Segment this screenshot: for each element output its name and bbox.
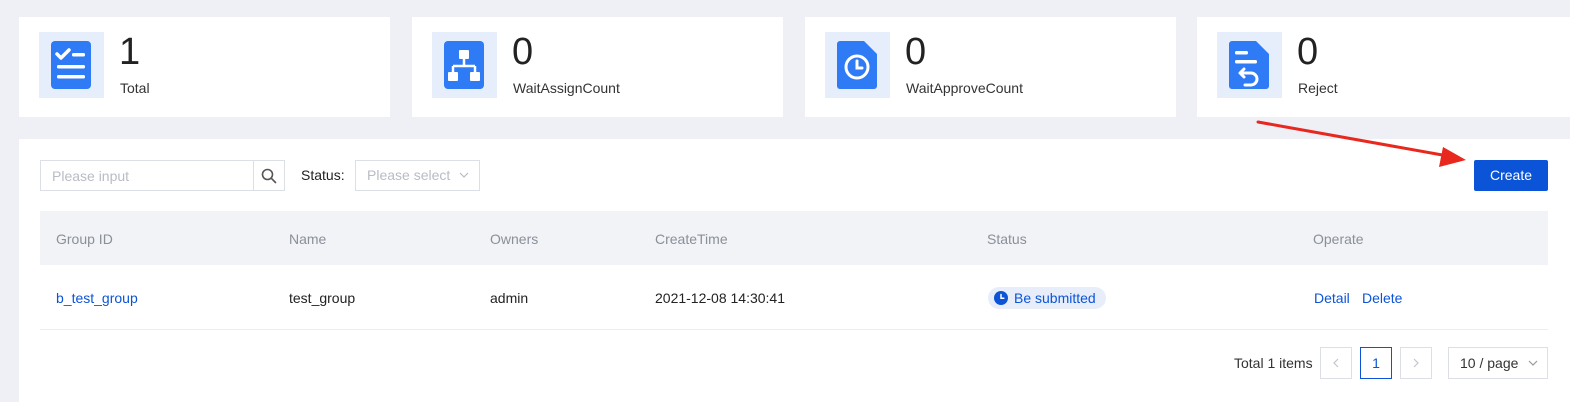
group-name: test_group bbox=[289, 290, 356, 306]
status-badge-label: Be submitted bbox=[1014, 290, 1096, 306]
checklist-icon bbox=[39, 32, 104, 98]
stat-label: WaitApproveCount bbox=[906, 80, 1023, 96]
stat-count: 1 bbox=[119, 31, 141, 73]
pagination-prev-button[interactable] bbox=[1320, 347, 1352, 379]
group-id-link[interactable]: b_test_group bbox=[56, 290, 138, 306]
stat-label: WaitAssignCount bbox=[513, 80, 620, 96]
group-list-panel: Status: Please select Create Group ID Na… bbox=[19, 139, 1570, 402]
column-header-create-time: CreateTime bbox=[655, 231, 728, 247]
stat-count: 0 bbox=[512, 31, 534, 73]
status-select[interactable]: Please select bbox=[355, 160, 480, 191]
create-button[interactable]: Create bbox=[1474, 160, 1548, 191]
clock-document-icon bbox=[825, 32, 890, 98]
stat-label: Reject bbox=[1298, 80, 1338, 96]
detail-link[interactable]: Detail bbox=[1314, 290, 1350, 306]
return-document-icon bbox=[1217, 32, 1282, 98]
stat-label: Total bbox=[120, 80, 150, 96]
stat-card-wait-assign: 0 WaitAssignCount bbox=[412, 17, 783, 117]
pagination-next-button[interactable] bbox=[1400, 347, 1432, 379]
group-create-time: 2021-12-08 14:30:41 bbox=[655, 290, 785, 306]
status-select-placeholder: Please select bbox=[367, 167, 451, 183]
search-input[interactable] bbox=[41, 161, 253, 190]
hierarchy-icon bbox=[432, 32, 497, 98]
chevron-down-icon bbox=[1528, 360, 1538, 366]
delete-link[interactable]: Delete bbox=[1362, 290, 1402, 306]
column-header-owners: Owners bbox=[490, 231, 539, 247]
stat-card-wait-approve: 0 WaitApproveCount bbox=[805, 17, 1176, 117]
stat-card-total: 1 Total bbox=[19, 17, 390, 117]
status-filter-label: Status: bbox=[301, 167, 345, 183]
status-badge: Be submitted bbox=[988, 287, 1106, 309]
column-header-name: Name bbox=[289, 231, 327, 247]
chevron-down-icon bbox=[459, 172, 469, 178]
table-header: Group ID Name Owners CreateTime Status O… bbox=[40, 211, 1548, 265]
search-box bbox=[40, 160, 285, 191]
chevron-left-icon bbox=[1333, 358, 1339, 368]
chevron-right-icon bbox=[1413, 358, 1419, 368]
clock-icon bbox=[994, 291, 1008, 305]
column-header-group-id: Group ID bbox=[56, 231, 113, 247]
table-row: b_test_group test_group admin 2021-12-08… bbox=[40, 266, 1548, 330]
pagination-page-1[interactable]: 1 bbox=[1360, 347, 1392, 379]
search-icon bbox=[261, 168, 277, 183]
pagination-total: Total 1 items bbox=[1234, 355, 1313, 371]
page-size-value: 10 / page bbox=[1460, 355, 1519, 371]
group-owners: admin bbox=[490, 290, 529, 306]
column-header-status: Status bbox=[987, 231, 1027, 247]
stat-count: 0 bbox=[905, 31, 927, 73]
stat-count: 0 bbox=[1297, 31, 1319, 73]
column-header-operate: Operate bbox=[1313, 231, 1364, 247]
search-button[interactable] bbox=[253, 161, 284, 190]
page-size-select[interactable]: 10 / page bbox=[1448, 347, 1548, 379]
stat-card-reject: 0 Reject bbox=[1197, 17, 1570, 117]
